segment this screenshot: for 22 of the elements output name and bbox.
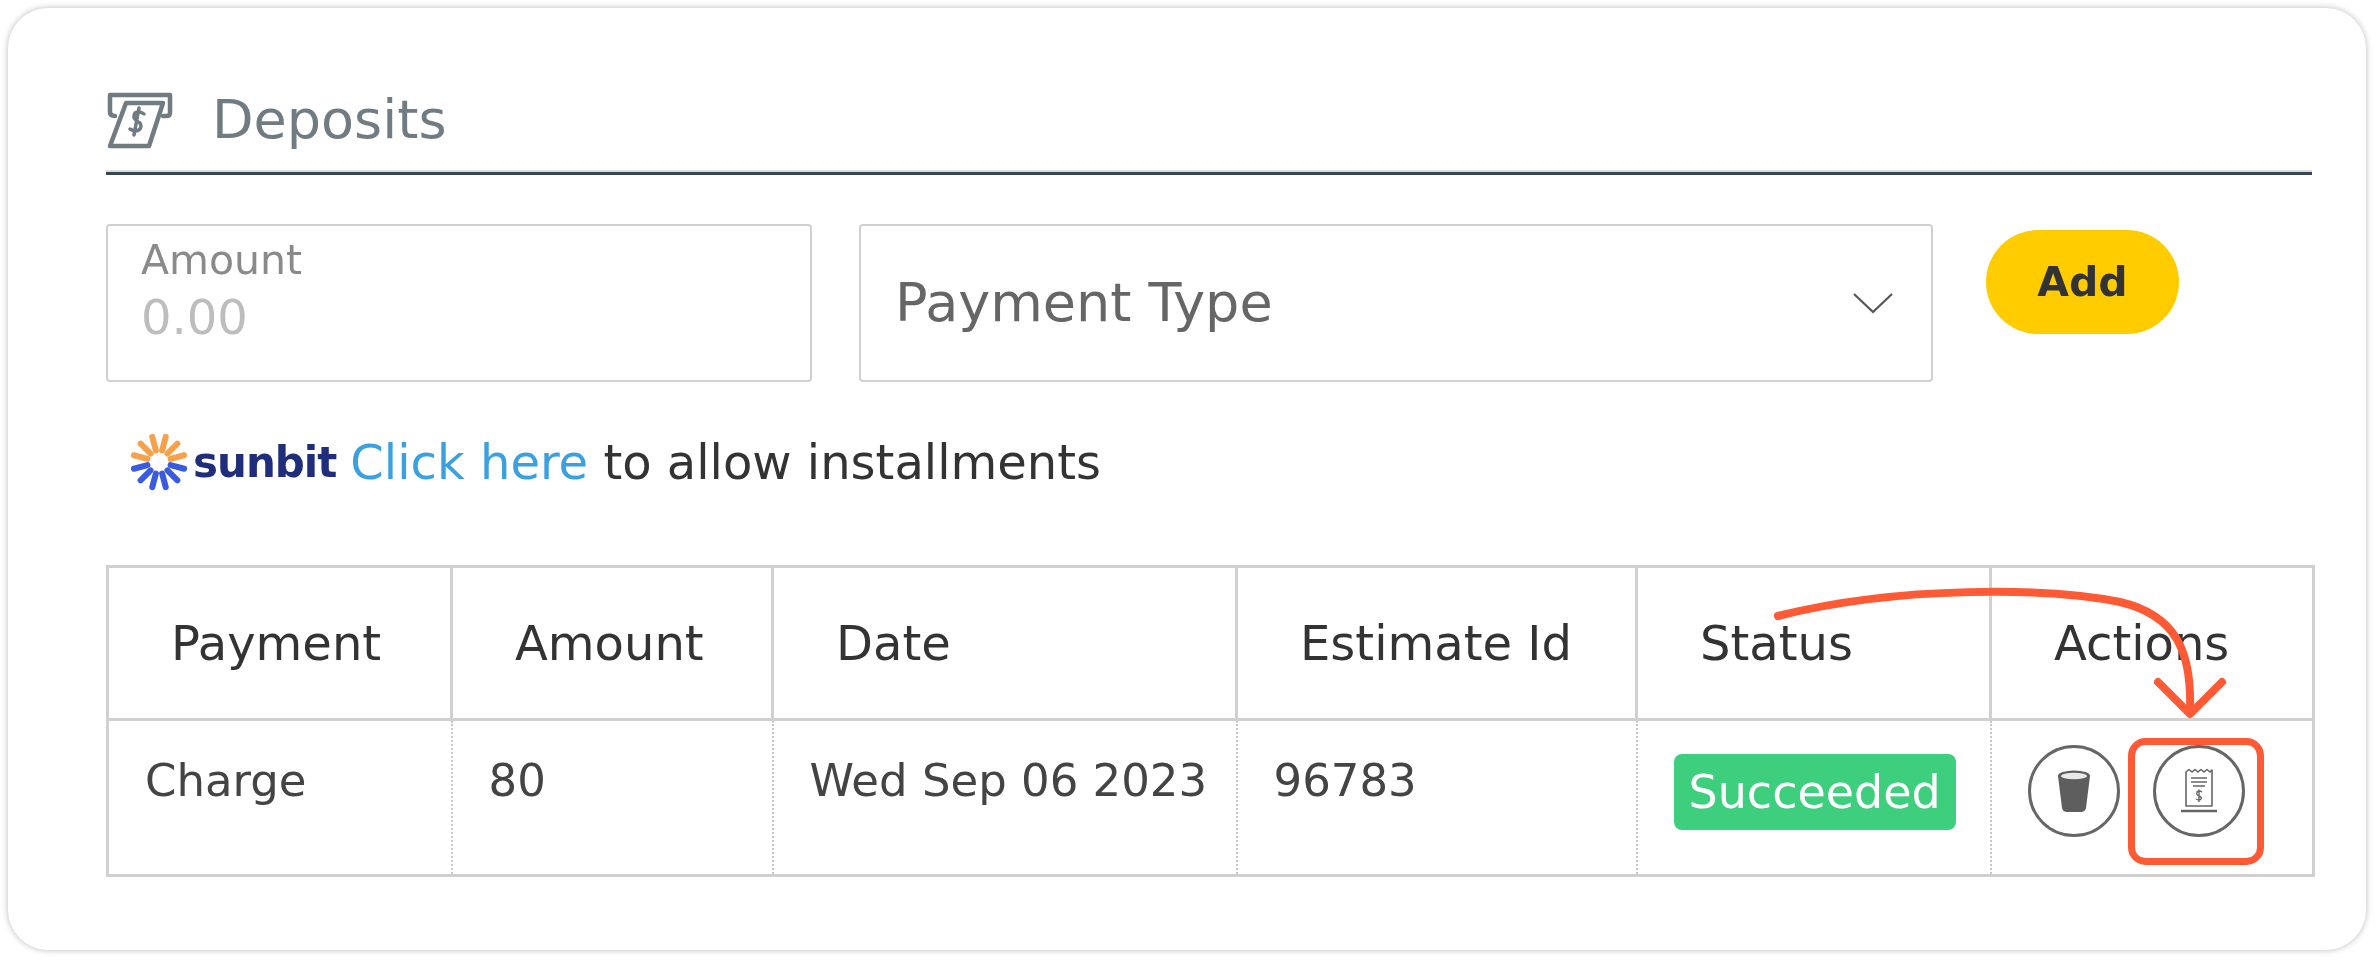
table-cell: 96783: [1236, 719, 1637, 876]
trash-icon: [2055, 769, 2092, 813]
table-cell: 80: [451, 719, 773, 876]
column-header: Estimate Id: [1236, 566, 1637, 720]
brand-logo-text: sunbit: [193, 437, 337, 487]
add-button[interactable]: Add: [1986, 230, 2179, 334]
amount-input[interactable]: 0.00: [141, 288, 786, 347]
table-cell: Wed Sep 06 2023: [772, 719, 1237, 876]
installments-note: Click here to allow installments: [350, 434, 1102, 490]
column-header: Date: [772, 566, 1237, 720]
column-header: Amount: [451, 566, 773, 720]
column-header: Status: [1636, 566, 1991, 720]
status-badge: Succeeded: [1673, 754, 1956, 830]
sunburst-icon: [129, 432, 189, 492]
cash-slot-icon: [106, 91, 174, 149]
chevron-down-icon: [1852, 291, 1894, 315]
table-cell: Charge: [107, 719, 452, 876]
payment-type-select[interactable]: Payment Type: [859, 224, 1933, 382]
click-here-link[interactable]: Click here: [350, 434, 589, 490]
column-header: Payment: [107, 566, 452, 720]
amount-field[interactable]: Amount 0.00: [106, 224, 812, 382]
section-title: Deposits: [212, 87, 447, 153]
